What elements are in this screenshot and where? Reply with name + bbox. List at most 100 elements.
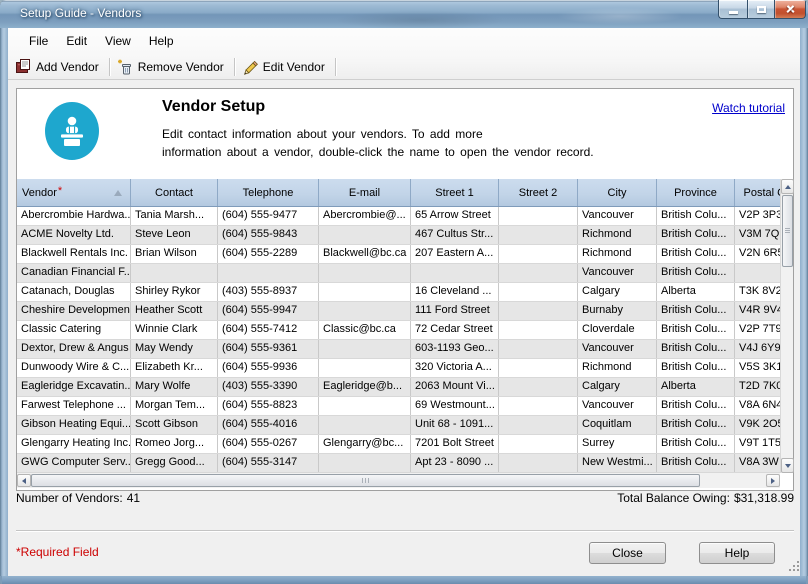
table-header: Vendor*ContactTelephoneE-mailStreet 1Str…	[17, 179, 780, 207]
help-button[interactable]: Help	[699, 542, 775, 564]
scroll-right-button[interactable]	[766, 474, 780, 487]
title-bar[interactable]: Setup Guide - Vendors	[0, 0, 808, 28]
table-row[interactable]: Glengarry Heating Inc.Romeo Jorg...(604)…	[17, 435, 780, 454]
minimize-button[interactable]	[718, 0, 747, 19]
table-cell	[319, 264, 411, 282]
table-cell	[499, 245, 578, 263]
table-cell	[319, 359, 411, 377]
column-header-postal-code[interactable]: Postal Code	[735, 179, 780, 207]
menu-file[interactable]: File	[20, 31, 57, 51]
edit-vendor-button[interactable]: Edit Vendor	[239, 57, 331, 77]
watch-tutorial-link[interactable]: Watch tutorial	[712, 101, 785, 115]
table-cell: Morgan Tem...	[131, 397, 218, 415]
table-cell: Steve Leon	[131, 226, 218, 244]
table-cell: 7201 Bolt Street	[411, 435, 499, 453]
column-header-street-1[interactable]: Street 1	[411, 179, 499, 207]
table-row[interactable]: ACME Novelty Ltd.Steve Leon(604) 555-984…	[17, 226, 780, 245]
vertical-scrollbar[interactable]	[780, 179, 793, 473]
scroll-down-button[interactable]	[781, 458, 794, 473]
column-header-city[interactable]: City	[578, 179, 657, 207]
table-cell	[499, 283, 578, 301]
table-cell: Gibson Heating Equi...	[17, 416, 131, 434]
table-cell: Vancouver	[578, 207, 657, 225]
window-controls	[718, 0, 806, 19]
table-cell: Mary Wolfe	[131, 378, 218, 396]
column-header-province[interactable]: Province	[657, 179, 735, 207]
scroll-up-button[interactable]	[781, 179, 794, 194]
table-row[interactable]: Catanach, DouglasShirley Rykor(403) 555-…	[17, 283, 780, 302]
column-header-vendor[interactable]: Vendor*	[17, 179, 131, 207]
table-cell	[319, 226, 411, 244]
table-cell: Glengarry@bc...	[319, 435, 411, 453]
table-cell: (604) 555-7412	[218, 321, 319, 339]
table-cell: Apt 23 - 8090 ...	[411, 454, 499, 472]
table-cell	[319, 340, 411, 358]
table-cell	[319, 416, 411, 434]
table-cell: Brian Wilson	[131, 245, 218, 263]
table-row[interactable]: Gibson Heating Equi...Scott Gibson(604) …	[17, 416, 780, 435]
table-cell: 111 Ford Street	[411, 302, 499, 320]
resize-grip[interactable]	[789, 561, 801, 573]
table-row[interactable]: Classic CateringWinnie Clark(604) 555-74…	[17, 321, 780, 340]
table-row[interactable]: Eagleridge Excavatin...Mary Wolfe(403) 5…	[17, 378, 780, 397]
table-cell	[499, 435, 578, 453]
window-frame-bottom	[0, 576, 808, 584]
table-row[interactable]: GWG Computer Serv...Gregg Good...(604) 5…	[17, 454, 780, 473]
table-cell	[499, 264, 578, 282]
table-row[interactable]: Dextor, Drew & AngusMay Wendy(604) 555-9…	[17, 340, 780, 359]
toolbar-button-label: Remove Vendor	[138, 60, 224, 74]
horizontal-scrollbar[interactable]	[17, 473, 780, 488]
menu-help[interactable]: Help	[140, 31, 183, 51]
table-cell: (604) 555-4016	[218, 416, 319, 434]
menu-view[interactable]: View	[96, 31, 140, 51]
column-header-street-2[interactable]: Street 2	[499, 179, 578, 207]
table-cell: (604) 555-9936	[218, 359, 319, 377]
table-row[interactable]: Cheshire DevelopmentHeather Scott(604) 5…	[17, 302, 780, 321]
close-icon	[785, 4, 796, 15]
table-cell: V8A 6N4	[735, 397, 780, 415]
column-header-telephone[interactable]: Telephone	[218, 179, 319, 207]
table-cell	[735, 264, 780, 282]
table-cell: British Colu...	[657, 302, 735, 320]
table-row[interactable]: Abercrombie Hardwa...Tania Marsh...(604)…	[17, 207, 780, 226]
table-cell	[411, 264, 499, 282]
table-cell: V3M 7Q9	[735, 226, 780, 244]
table-cell: British Colu...	[657, 321, 735, 339]
remove-vendor-button[interactable]: Remove Vendor	[114, 57, 230, 77]
column-label: City	[608, 187, 627, 199]
table-cell: 207 Eastern A...	[411, 245, 499, 263]
sort-ascending-icon	[114, 190, 122, 196]
close-window-button[interactable]	[775, 0, 806, 19]
table-cell	[131, 264, 218, 282]
table-cell: Abercrombie@...	[319, 207, 411, 225]
total-balance-value: $31,318.99	[734, 491, 794, 505]
close-button[interactable]: Close	[589, 542, 666, 564]
table-cell: Richmond	[578, 226, 657, 244]
column-header-e-mail[interactable]: E-mail	[319, 179, 411, 207]
add-vendor-button[interactable]: Add Vendor	[12, 57, 105, 77]
table-cell: Vancouver	[578, 264, 657, 282]
table-cell: British Colu...	[657, 454, 735, 472]
vertical-scroll-thumb[interactable]	[782, 195, 793, 267]
footer-divider	[16, 530, 794, 531]
table-cell	[499, 397, 578, 415]
maximize-button[interactable]	[747, 0, 775, 19]
horizontal-scroll-thumb[interactable]	[31, 474, 700, 487]
menu-bar: FileEditViewHelp	[8, 28, 800, 54]
table-cell: (403) 555-8937	[218, 283, 319, 301]
table-cell	[499, 378, 578, 396]
table-cell	[499, 226, 578, 244]
page-title: Vendor Setup	[162, 98, 265, 116]
table-cell: T2D 7K0	[735, 378, 780, 396]
table-row[interactable]: Blackwell Rentals Inc.Brian Wilson(604) …	[17, 245, 780, 264]
table-cell: Dextor, Drew & Angus	[17, 340, 131, 358]
scroll-left-button[interactable]	[17, 474, 31, 487]
table-row[interactable]: Dunwoody Wire & C...Elizabeth Kr...(604)…	[17, 359, 780, 378]
table-cell: Elizabeth Kr...	[131, 359, 218, 377]
table-cell: Winnie Clark	[131, 321, 218, 339]
column-header-contact[interactable]: Contact	[131, 179, 218, 207]
menu-edit[interactable]: Edit	[57, 31, 96, 51]
table-row[interactable]: Farwest Telephone ...Morgan Tem...(604) …	[17, 397, 780, 416]
arrow-right-icon	[771, 478, 775, 484]
table-row[interactable]: Canadian Financial F...VancouverBritish …	[17, 264, 780, 283]
